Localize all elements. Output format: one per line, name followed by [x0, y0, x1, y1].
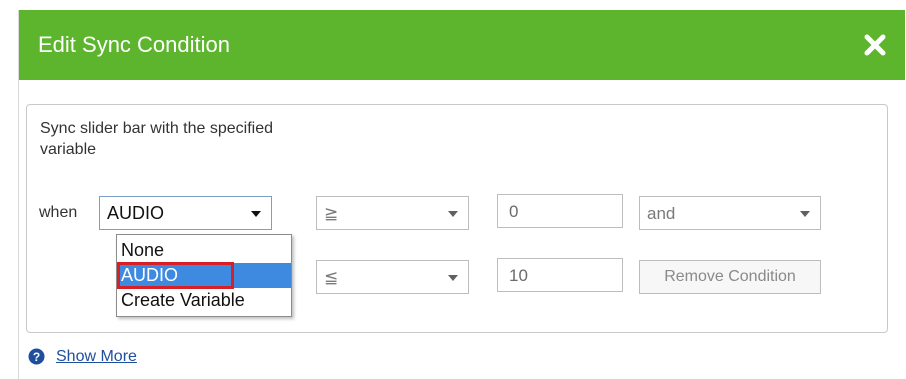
conjunction-select[interactable]: and: [639, 196, 821, 230]
condition-panel: Sync slider bar with the specified varia…: [26, 104, 888, 333]
help-icon: ?: [28, 348, 45, 365]
max-value-input[interactable]: 10: [497, 258, 623, 292]
edit-sync-condition-dialog: Edit Sync Condition Sync slider bar with…: [18, 10, 905, 379]
dialog-titlebar: Edit Sync Condition: [19, 10, 905, 80]
chevron-down-icon: [448, 275, 458, 281]
svg-text:?: ?: [33, 350, 40, 364]
remove-condition-button[interactable]: Remove Condition: [639, 260, 821, 294]
min-value-text: 0: [509, 202, 519, 221]
operator-select-min[interactable]: ≧: [316, 196, 469, 230]
conjunction-select-value: and: [647, 204, 676, 223]
show-more-link[interactable]: Show More: [56, 346, 137, 367]
chevron-down-icon: [800, 211, 810, 217]
operator-select-max-value: ≦: [324, 268, 339, 287]
highlight-box: [117, 262, 234, 289]
variable-dropdown-list: None AUDIO Create Variable: [116, 234, 292, 317]
variable-select-value: AUDIO: [107, 203, 165, 223]
panel-description: Sync slider bar with the specified varia…: [40, 120, 273, 158]
dropdown-option-create-variable[interactable]: Create Variable: [117, 288, 291, 313]
dropdown-option-audio[interactable]: AUDIO: [117, 262, 291, 289]
operator-select-max[interactable]: ≦: [316, 260, 469, 294]
operator-select-min-value: ≧: [324, 204, 339, 223]
dialog-title: Edit Sync Condition: [38, 32, 230, 57]
close-button[interactable]: [859, 29, 891, 61]
when-label: when: [39, 204, 78, 221]
dropdown-option-none[interactable]: None: [117, 238, 291, 263]
chevron-down-icon: [251, 211, 261, 217]
variable-select[interactable]: AUDIO: [99, 196, 272, 230]
chevron-down-icon: [448, 211, 458, 217]
max-value-text: 10: [509, 266, 528, 285]
min-value-input[interactable]: 0: [497, 194, 623, 228]
close-icon: [864, 34, 886, 56]
